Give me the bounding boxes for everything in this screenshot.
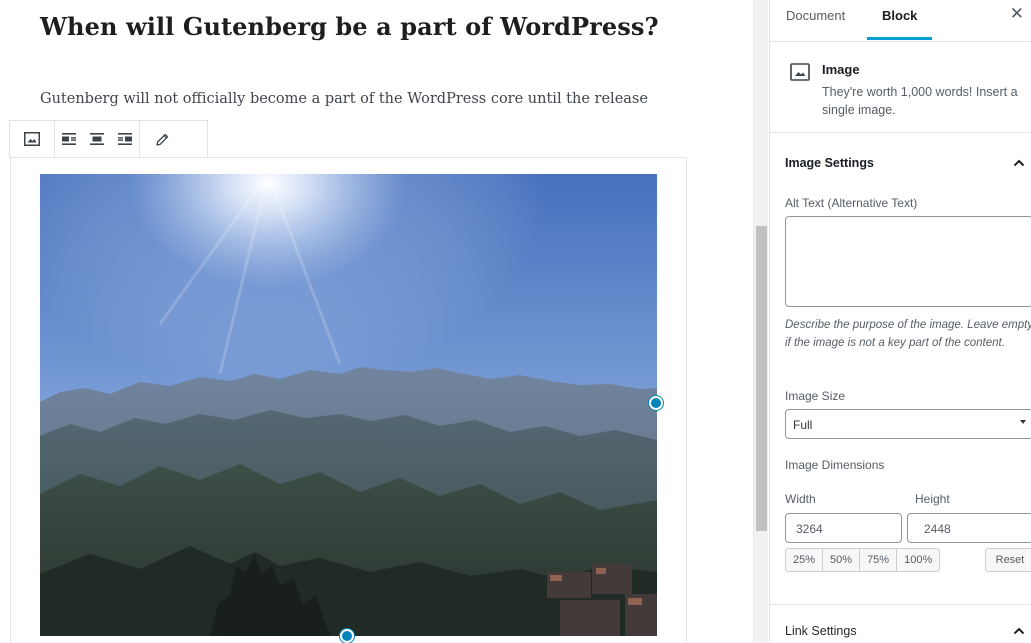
active-tab-indicator xyxy=(867,37,932,40)
pencil-icon[interactable] xyxy=(140,121,184,157)
alt-text-label: Alt Text (Alternative Text) xyxy=(785,196,918,210)
sidebar-tabs: Document Block ✕ xyxy=(770,0,1031,42)
settings-sidebar: Document Block ✕ Image They're worth 1,0… xyxy=(769,0,1031,643)
width-label: Width xyxy=(785,492,816,506)
alignment-group xyxy=(54,121,139,157)
close-icon[interactable]: ✕ xyxy=(1010,4,1024,24)
block-switcher-group xyxy=(10,121,54,157)
chevron-down-icon xyxy=(1020,420,1026,424)
scrollbar-thumb[interactable] xyxy=(756,226,767,531)
image-size-select[interactable]: Full xyxy=(785,409,1031,439)
link-settings-title[interactable]: Link Settings xyxy=(785,624,857,638)
resize-handle-right[interactable] xyxy=(649,396,663,410)
panel-divider xyxy=(770,604,1031,605)
align-left-icon[interactable] xyxy=(55,121,83,157)
editor-scrollbar[interactable] xyxy=(753,0,768,643)
edit-group xyxy=(139,121,184,157)
percent-75-button[interactable]: 75% xyxy=(859,549,896,571)
resize-handle-bottom[interactable] xyxy=(340,629,354,643)
alt-text-field[interactable] xyxy=(785,216,1031,307)
chevron-up-icon[interactable] xyxy=(1013,154,1031,172)
tab-block[interactable]: Block xyxy=(882,8,917,23)
percent-25-button[interactable]: 25% xyxy=(786,549,822,571)
percent-50-button[interactable]: 50% xyxy=(822,549,859,571)
alt-text-help: Describe the purpose of the image. Leave… xyxy=(785,319,1031,349)
tab-document[interactable]: Document xyxy=(786,8,845,23)
block-card: Image They're worth 1,000 words! Insert … xyxy=(770,43,1031,133)
percent-100-button[interactable]: 100% xyxy=(896,549,939,571)
image-dimensions-label: Image Dimensions xyxy=(785,458,885,472)
image-icon xyxy=(790,63,810,86)
image-icon[interactable] xyxy=(10,121,54,157)
percent-button-group: 25% 50% 75% 100% xyxy=(785,548,941,572)
image-size-label: Image Size xyxy=(785,389,846,403)
block-card-title: Image xyxy=(822,62,860,77)
editor-canvas: When will Gutenberg be a part of WordPre… xyxy=(0,0,752,643)
width-input[interactable]: 3264 xyxy=(785,513,902,543)
chevron-up-icon[interactable] xyxy=(1013,622,1031,640)
image-preview[interactable] xyxy=(40,174,657,636)
image-size-value: Full xyxy=(793,418,813,432)
align-right-icon[interactable] xyxy=(111,121,139,157)
block-card-description: They're worth 1,000 words! Insert a sing… xyxy=(822,85,1018,117)
block-toolbar xyxy=(9,120,208,158)
reset-button[interactable]: Reset xyxy=(985,548,1031,572)
post-title[interactable]: When will Gutenberg be a part of WordPre… xyxy=(40,12,659,41)
height-input[interactable]: 2448 xyxy=(907,513,1031,543)
image-settings-title[interactable]: Image Settings xyxy=(785,156,874,170)
align-center-icon[interactable] xyxy=(83,121,111,157)
height-label: Height xyxy=(915,492,950,506)
mountain-photo xyxy=(40,174,657,636)
